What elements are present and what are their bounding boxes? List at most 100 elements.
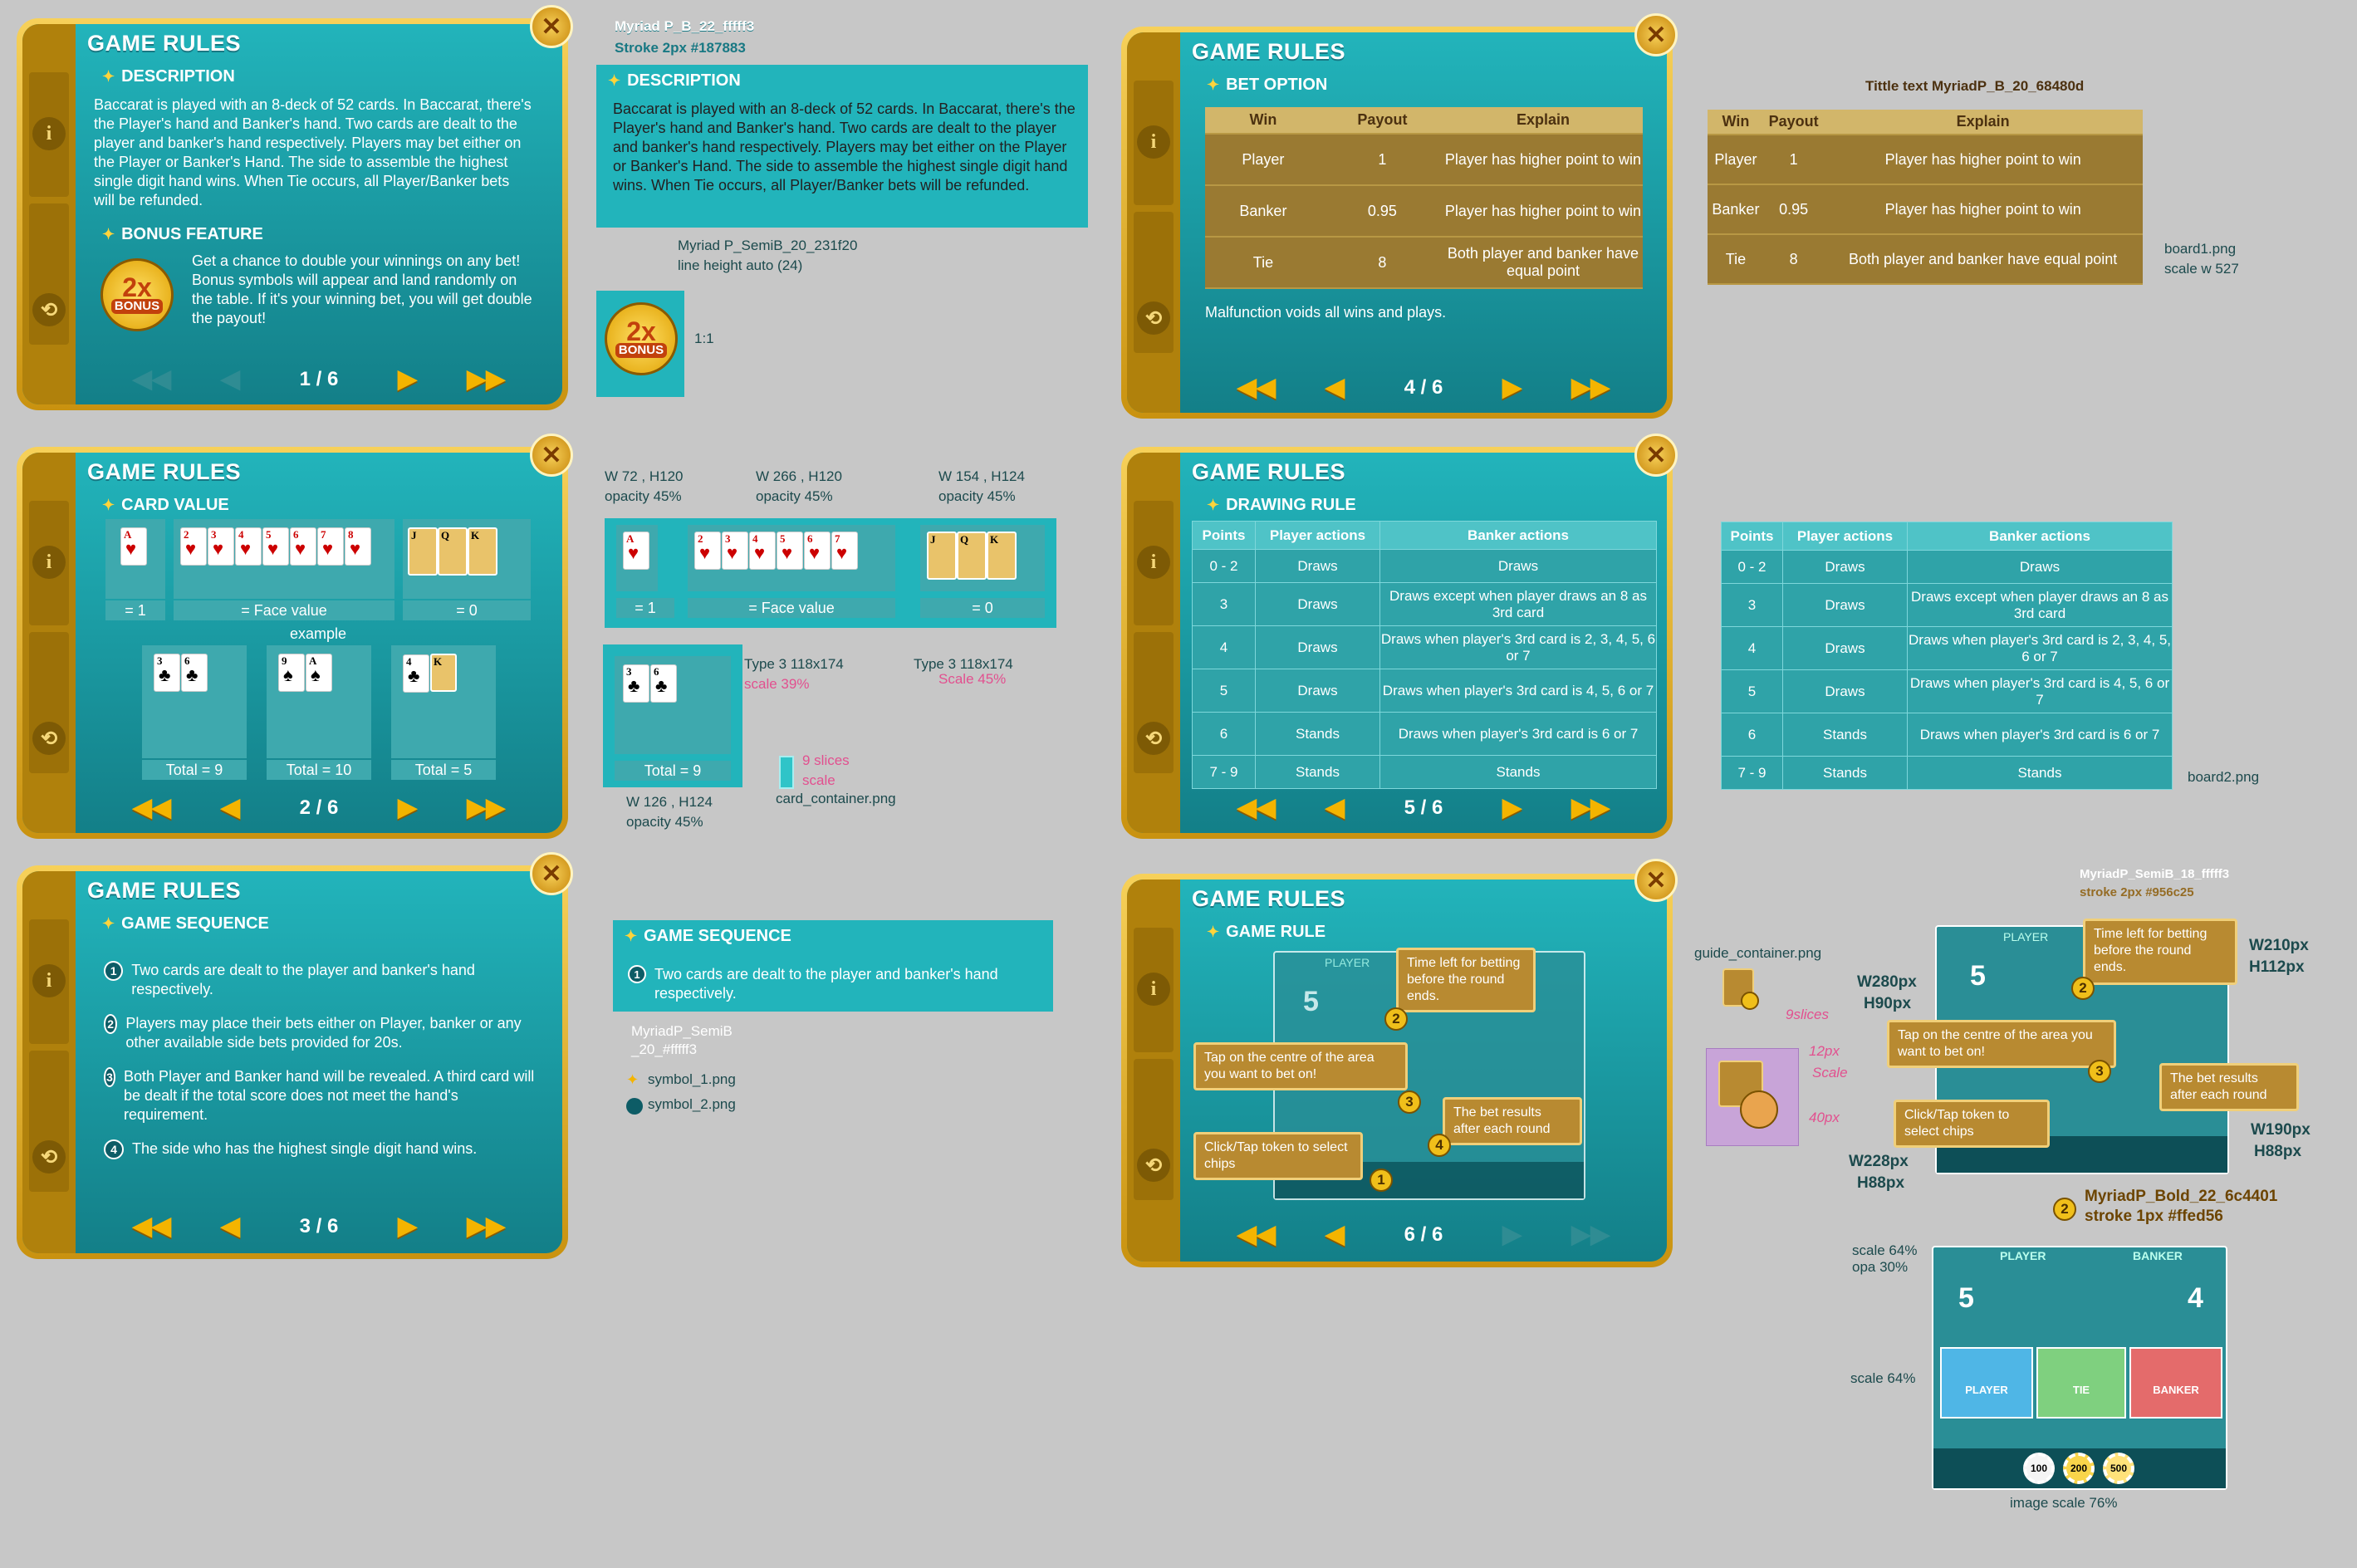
close-button[interactable]: ✕ <box>1634 13 1678 56</box>
step-number: 3 <box>104 1067 116 1087</box>
callout-select-chips: Click/Tap token to select chips <box>1894 1100 2050 1148</box>
first-page-icon[interactable]: ◀◀ <box>133 1212 171 1241</box>
first-page-icon[interactable]: ◀◀ <box>133 365 171 394</box>
first-page-icon[interactable]: ◀◀ <box>133 793 171 822</box>
next-page-icon[interactable]: ▶ <box>1502 793 1522 822</box>
chip-100[interactable]: 100 <box>2023 1453 2055 1484</box>
last-page-icon[interactable]: ▶▶ <box>1571 1220 1610 1249</box>
info-icon[interactable]: i <box>1137 973 1170 1006</box>
history-icon[interactable]: ⟲ <box>32 722 66 755</box>
list-item: 4 The side who has the highest single dig… <box>104 1139 544 1159</box>
next-page-icon[interactable]: ▶ <box>398 1212 417 1241</box>
last-page-icon[interactable]: ▶▶ <box>1571 793 1610 822</box>
malfunction-note: Malfunction voids all wins and plays. <box>1205 304 1447 321</box>
card: 8 ♥ <box>345 527 371 566</box>
card-jack: J <box>927 532 957 580</box>
chip-500[interactable]: 500 <box>2103 1453 2134 1484</box>
step-number: 2 <box>2071 977 2095 1000</box>
section-heading: ✦ GAME RULE <box>1207 923 1326 941</box>
history-icon[interactable]: ⟲ <box>1137 301 1170 335</box>
prev-page-icon[interactable]: ◀ <box>221 365 240 394</box>
spec-filename: board2.png <box>2188 769 2260 785</box>
step-number: 1 <box>628 965 646 983</box>
info-icon[interactable]: i <box>1137 125 1170 159</box>
bet-option-table: Win Payout Explain Player 1 Player has highe… <box>1205 107 1643 289</box>
bonus-badge-icon: 2x BONUS <box>605 302 678 375</box>
card: 2 ♥ <box>180 527 207 566</box>
card-king: K <box>987 532 1017 580</box>
table-row: Player 1 Player has higher point to win <box>1205 134 1643 186</box>
step-number: 3 <box>2088 1060 2111 1083</box>
panel-title: GAME RULES <box>87 878 242 903</box>
prev-page-icon[interactable]: ◀ <box>1326 1220 1345 1249</box>
table-row: 5 Draws Draws when player's 3rd card is 4,… <box>1721 669 2173 713</box>
table-row: 0 - 2 Draws Draws <box>1721 550 2173 584</box>
spec-opacity: opacity 45% <box>756 488 833 504</box>
side-tab-bar: i ⟲ <box>1127 453 1180 833</box>
history-icon[interactable]: ⟲ <box>1137 1149 1170 1182</box>
page-indicator: 6 / 6 <box>1404 1223 1443 1246</box>
prev-page-icon[interactable]: ◀ <box>221 1212 240 1241</box>
prev-page-icon[interactable]: ◀ <box>1326 793 1345 822</box>
next-page-icon[interactable]: ▶ <box>1502 1220 1522 1249</box>
info-icon[interactable]: i <box>1137 546 1170 579</box>
close-button[interactable]: ✕ <box>1634 434 1678 477</box>
last-page-icon[interactable]: ▶▶ <box>467 793 505 822</box>
list-item: 1 Two cards are dealt to the player and b… <box>628 965 1036 1003</box>
table-row: Banker 0.95 Player has higher point to win <box>1205 185 1643 238</box>
pagination: ◀◀ ◀ 1 / 6 ▶ ▶▶ <box>76 365 562 394</box>
bonus-badge-icon: 2x BONUS <box>100 258 174 331</box>
spec-size: W 72 , H120 <box>605 468 684 484</box>
last-page-icon[interactable]: ▶▶ <box>467 1212 505 1241</box>
panel-title: GAME RULES <box>87 459 242 484</box>
bet-area-player[interactable]: PLAYER <box>1940 1347 2033 1419</box>
rules-panel-drawing-rule: i ⟲ GAME RULES ✦ DRAWING RULE Points Playe… <box>1121 447 1673 839</box>
close-button[interactable]: ✕ <box>530 434 573 477</box>
card-group-ace: A ♥ <box>616 525 658 591</box>
prev-page-icon[interactable]: ◀ <box>1326 373 1345 402</box>
table-row: 4 Draws Draws when player's 3rd card is 2,… <box>1721 626 2173 670</box>
section-heading: ✦ DRAWING RULE <box>1207 496 1356 514</box>
spec-font: MyriadP_SemiB_18_fffff3 <box>2080 867 2230 881</box>
first-page-icon[interactable]: ◀◀ <box>1237 373 1276 402</box>
card-queen: Q <box>957 532 987 580</box>
close-button[interactable]: ✕ <box>1634 859 1678 902</box>
callout-time-left: Time left for betting before the round e… <box>2083 919 2237 985</box>
section-heading: ✦ GAME SEQUENCE <box>102 914 269 933</box>
history-icon[interactable]: ⟲ <box>32 293 66 326</box>
card: 6 ♥ <box>804 532 831 570</box>
spec-scale: scale 39% <box>744 676 810 692</box>
nine-slice-diagram <box>1706 1048 1799 1146</box>
spec-font: Myriad P_SemiB_20_231f20 <box>678 238 858 253</box>
table-row: 7 - 9 Stands Stands <box>1721 756 2173 790</box>
prev-page-icon[interactable]: ◀ <box>221 793 240 822</box>
spec-opacity: opacity 45% <box>605 488 682 504</box>
close-button[interactable]: ✕ <box>530 5 573 48</box>
star-icon: ✦ <box>102 497 115 513</box>
star-icon: ✦ <box>1207 76 1220 93</box>
first-page-icon[interactable]: ◀◀ <box>1237 1220 1276 1249</box>
info-icon[interactable]: i <box>32 117 66 150</box>
spec-size: W 126 , H124 <box>626 794 713 810</box>
info-icon[interactable]: i <box>32 546 66 579</box>
bet-area-tie[interactable]: TIE <box>2036 1347 2126 1419</box>
last-page-icon[interactable]: ▶▶ <box>467 365 505 394</box>
history-icon[interactable]: ⟲ <box>1137 722 1170 755</box>
history-icon[interactable]: ⟲ <box>32 1140 66 1174</box>
close-button[interactable]: ✕ <box>530 852 573 895</box>
spec-slices: 9slices <box>1786 1007 1829 1022</box>
last-page-icon[interactable]: ▶▶ <box>1571 373 1610 402</box>
bet-area-banker[interactable]: BANKER <box>2129 1347 2222 1419</box>
card-value-label: = Face value <box>688 598 895 618</box>
info-icon[interactable]: i <box>32 964 66 997</box>
step-number: 1 <box>104 961 124 981</box>
card-jack: J <box>408 527 438 576</box>
first-page-icon[interactable]: ◀◀ <box>1237 793 1276 822</box>
next-page-icon[interactable]: ▶ <box>1502 373 1522 402</box>
chip-200[interactable]: 200 <box>2063 1453 2095 1484</box>
page-indicator: 5 / 6 <box>1404 796 1443 819</box>
spec-font: MyriadP_SemiB <box>631 1023 733 1039</box>
spec-opacity: opacity 45% <box>626 814 703 830</box>
next-page-icon[interactable]: ▶ <box>398 365 417 394</box>
next-page-icon[interactable]: ▶ <box>398 793 417 822</box>
